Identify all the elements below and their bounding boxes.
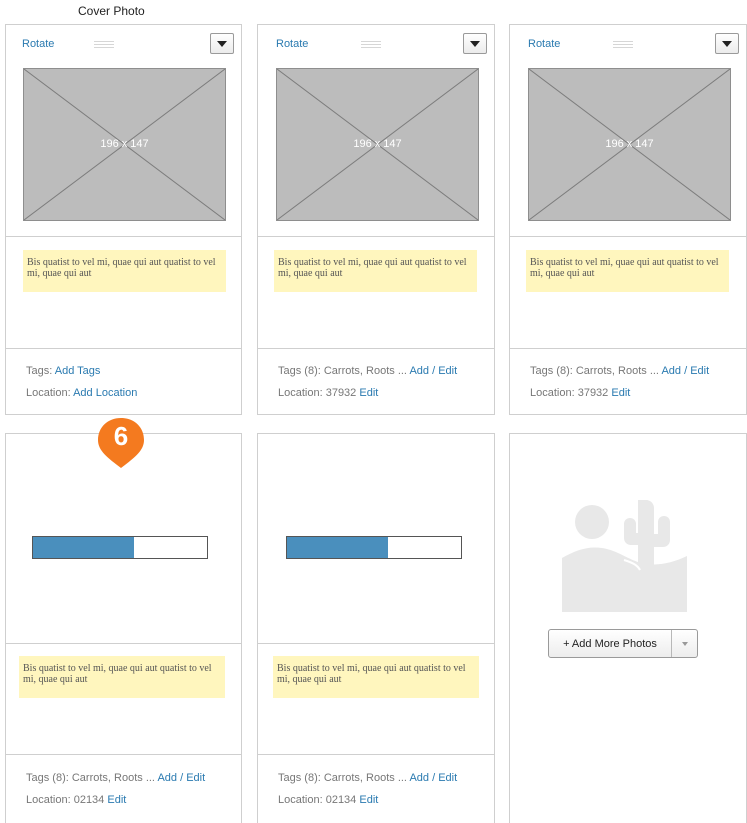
tags-prefix: Tags (8): bbox=[530, 365, 576, 377]
photo-thumbnail[interactable]: 196 x 147 bbox=[276, 68, 479, 221]
edit-tags-link[interactable]: Add / Edit bbox=[409, 365, 457, 377]
divider bbox=[258, 236, 494, 237]
upload-progress-bar bbox=[32, 536, 208, 559]
photo-card-3: Rotate 196 x 147 Bis quatist to vel mi, … bbox=[509, 24, 747, 415]
tags-text: Carrots, Roots ... bbox=[575, 365, 662, 377]
tags-prefix: Tags (8): bbox=[278, 772, 324, 784]
annotation-marker: 6 bbox=[98, 418, 144, 468]
edit-location-link[interactable]: Edit bbox=[359, 387, 378, 399]
add-more-dropdown-toggle[interactable] bbox=[672, 630, 697, 657]
location-row: Location: 37932 Edit bbox=[278, 387, 378, 399]
add-tags-link[interactable]: Add Tags bbox=[55, 365, 101, 377]
location-prefix: Location: bbox=[278, 794, 326, 806]
upload-progress-fill bbox=[33, 537, 134, 558]
divider bbox=[258, 754, 494, 755]
location-row: Location: Add Location bbox=[26, 387, 137, 399]
tags-row: Tags (8): Carrots, Roots ... Add / Edit bbox=[26, 772, 205, 784]
uploading-card-2: Bis quatist to vel mi, quae qui aut quat… bbox=[257, 433, 495, 823]
divider bbox=[6, 348, 241, 349]
location-prefix: Location: bbox=[26, 794, 74, 806]
tags-prefix: Tags: bbox=[26, 365, 55, 377]
card-header: Rotate bbox=[510, 25, 746, 55]
upload-progress-fill bbox=[287, 537, 388, 558]
photo-dimensions: 196 x 147 bbox=[100, 138, 149, 150]
rotate-link[interactable]: Rotate bbox=[528, 38, 560, 50]
add-location-link[interactable]: Add Location bbox=[73, 387, 137, 399]
divider bbox=[258, 348, 494, 349]
location-row: Location: 02134 Edit bbox=[26, 794, 126, 806]
location-value: 37932 bbox=[577, 387, 612, 399]
photo-caption[interactable]: Bis quatist to vel mi, quae qui aut quat… bbox=[23, 250, 226, 292]
divider bbox=[6, 643, 241, 644]
add-more-photos-button[interactable]: + Add More Photos bbox=[549, 630, 672, 657]
location-prefix: Location: bbox=[26, 387, 74, 399]
drag-handle-icon[interactable] bbox=[613, 41, 633, 48]
divider bbox=[510, 236, 746, 237]
card-header: Rotate bbox=[6, 25, 241, 55]
photo-card-2: Rotate 196 x 147 Bis quatist to vel mi, … bbox=[257, 24, 495, 415]
divider bbox=[258, 643, 494, 644]
chevron-down-icon bbox=[722, 40, 732, 47]
rotate-link[interactable]: Rotate bbox=[276, 38, 308, 50]
photo-dimensions: 196 x 147 bbox=[353, 138, 402, 150]
uploading-card-1: Bis quatist to vel mi, quae qui aut quat… bbox=[5, 433, 242, 823]
photo-card-1: Rotate 196 x 147 Bis quatist to vel mi, … bbox=[5, 24, 242, 415]
tags-text: Carrots, Roots ... bbox=[323, 365, 410, 377]
annotation-number: 6 bbox=[113, 421, 129, 451]
photo-caption[interactable]: Bis quatist to vel mi, quae qui aut quat… bbox=[273, 656, 479, 698]
card-menu-button[interactable] bbox=[210, 33, 234, 54]
tags-text: Carrots, Roots ... bbox=[71, 772, 158, 784]
desert-landscape-icon bbox=[562, 500, 687, 612]
location-value: 02134 bbox=[73, 794, 108, 806]
location-prefix: Location: bbox=[530, 387, 578, 399]
location-row: Location: 02134 Edit bbox=[278, 794, 378, 806]
edit-location-link[interactable]: Edit bbox=[359, 794, 378, 806]
tags-row: Tags (8): Carrots, Roots ... Add / Edit bbox=[278, 772, 457, 784]
divider bbox=[6, 754, 241, 755]
photo-thumbnail[interactable]: 196 x 147 bbox=[23, 68, 226, 221]
location-value: 37932 bbox=[325, 387, 360, 399]
location-row: Location: 37932 Edit bbox=[530, 387, 630, 399]
add-more-photos-card: + Add More Photos bbox=[509, 433, 747, 823]
chevron-down-icon bbox=[681, 641, 688, 646]
photo-thumbnail[interactable]: 196 x 147 bbox=[528, 68, 731, 221]
chevron-down-icon bbox=[217, 40, 227, 47]
card-menu-button[interactable] bbox=[463, 33, 487, 54]
location-value: 02134 bbox=[325, 794, 360, 806]
divider bbox=[510, 348, 746, 349]
tags-prefix: Tags (8): bbox=[26, 772, 72, 784]
edit-location-link[interactable]: Edit bbox=[611, 387, 630, 399]
page-title: Cover Photo bbox=[78, 4, 145, 18]
photo-caption[interactable]: Bis quatist to vel mi, quae qui aut quat… bbox=[526, 250, 729, 292]
tags-row: Tags (8): Carrots, Roots ... Add / Edit bbox=[530, 365, 709, 377]
drag-handle-icon[interactable] bbox=[94, 41, 114, 48]
edit-tags-link[interactable]: Add / Edit bbox=[157, 772, 205, 784]
tags-row: Tags (8): Carrots, Roots ... Add / Edit bbox=[278, 365, 457, 377]
edit-location-link[interactable]: Edit bbox=[107, 794, 126, 806]
tags-text: Carrots, Roots ... bbox=[323, 772, 410, 784]
add-more-photos-button-group: + Add More Photos bbox=[548, 629, 698, 658]
edit-tags-link[interactable]: Add / Edit bbox=[409, 772, 457, 784]
photo-dimensions: 196 x 147 bbox=[605, 138, 654, 150]
card-header: Rotate bbox=[258, 25, 494, 55]
tags-prefix: Tags (8): bbox=[278, 365, 324, 377]
tags-row: Tags: Add Tags bbox=[26, 365, 100, 377]
location-prefix: Location: bbox=[278, 387, 326, 399]
divider bbox=[6, 236, 241, 237]
edit-tags-link[interactable]: Add / Edit bbox=[661, 365, 709, 377]
rotate-link[interactable]: Rotate bbox=[22, 38, 54, 50]
upload-progress-bar bbox=[286, 536, 462, 559]
drag-handle-icon[interactable] bbox=[361, 41, 381, 48]
photo-caption[interactable]: Bis quatist to vel mi, quae qui aut quat… bbox=[274, 250, 477, 292]
card-menu-button[interactable] bbox=[715, 33, 739, 54]
photo-caption[interactable]: Bis quatist to vel mi, quae qui aut quat… bbox=[19, 656, 225, 698]
chevron-down-icon bbox=[470, 40, 480, 47]
